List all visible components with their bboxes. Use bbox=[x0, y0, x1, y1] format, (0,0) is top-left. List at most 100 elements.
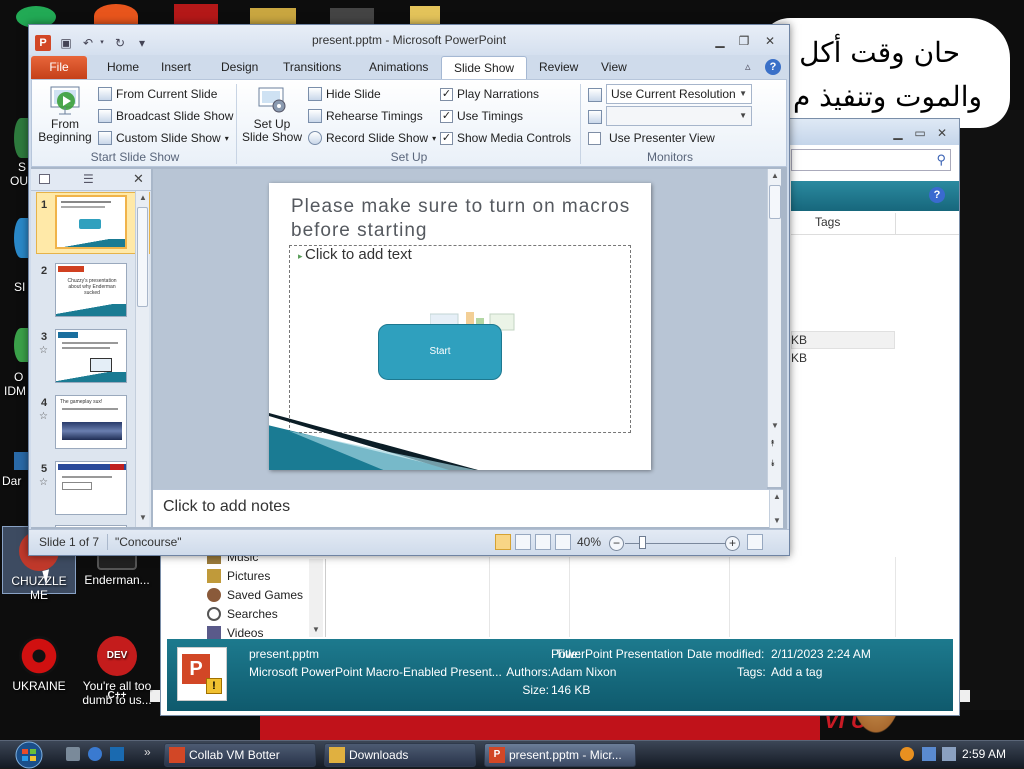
slide-show-view-icon[interactable] bbox=[555, 534, 571, 550]
maximize-button[interactable]: ▭ bbox=[911, 125, 929, 141]
next-slide-icon[interactable]: ⯯ bbox=[770, 459, 775, 468]
scroll-up-icon[interactable]: ▲ bbox=[771, 171, 779, 180]
column-header-tags[interactable]: Tags bbox=[815, 215, 840, 229]
start-button[interactable]: Start bbox=[378, 324, 502, 380]
broadcast-slide-show-button[interactable]: Broadcast Slide Show bbox=[98, 106, 233, 126]
scroll-down-icon[interactable]: ▼ bbox=[771, 421, 779, 430]
close-pane-icon[interactable]: ✕ bbox=[133, 171, 144, 187]
tray-icon[interactable] bbox=[900, 747, 914, 761]
undo-icon[interactable]: ↶ bbox=[81, 36, 95, 50]
show-media-controls-checkbox[interactable]: ✓ Show Media Controls bbox=[440, 128, 571, 148]
desktop-icon-ukraine[interactable]: UKRAINE bbox=[2, 636, 76, 693]
save-icon[interactable]: ▣ bbox=[59, 36, 73, 50]
from-beginning-button[interactable]: From Beginning bbox=[36, 84, 94, 144]
tab-view[interactable]: View bbox=[589, 56, 639, 79]
slide-thumbnail-5[interactable] bbox=[55, 461, 127, 515]
slide-scrollbar[interactable]: ▲ ▼ ⯭ ⯯ bbox=[767, 169, 781, 487]
content-placeholder[interactable]: ▸ Click to add text Start bbox=[289, 245, 631, 433]
volume-icon[interactable] bbox=[942, 747, 956, 761]
restore-button[interactable]: ❐ bbox=[735, 33, 753, 49]
taskbar-button-collab-vm[interactable]: Collab VM Botter bbox=[164, 743, 316, 767]
slide-thumbnail-2[interactable]: Chuzzy's presentation about why Enderman… bbox=[55, 263, 127, 317]
notes-scrollbar[interactable]: ▲ ▼ bbox=[769, 490, 783, 528]
desktop-icon-partial[interactable] bbox=[14, 218, 28, 258]
details-tags-value[interactable]: Add a tag bbox=[771, 665, 822, 679]
search-box[interactable]: ⚲ bbox=[791, 149, 951, 171]
scroll-thumb[interactable] bbox=[769, 185, 781, 219]
reading-view-icon[interactable] bbox=[535, 534, 551, 550]
tab-transitions[interactable]: Transitions bbox=[271, 56, 353, 79]
zoom-in-icon[interactable]: + bbox=[725, 536, 740, 551]
help-icon[interactable]: ? bbox=[765, 59, 781, 75]
hide-slide-button[interactable]: Hide Slide bbox=[308, 84, 381, 104]
minimize-button[interactable]: ▁ bbox=[711, 33, 729, 49]
record-slide-show-button[interactable]: Record Slide Show ▾ bbox=[308, 128, 436, 148]
desktop-icon-devcpp[interactable]: DEV C++ You're all too dumb to us... bbox=[80, 636, 154, 707]
previous-slide-icon[interactable]: ⯭ bbox=[770, 439, 775, 448]
zoom-slider-thumb[interactable] bbox=[639, 536, 646, 549]
desktop-icon-partial[interactable] bbox=[14, 452, 28, 470]
outline-tab-icon[interactable]: ☰ bbox=[83, 172, 94, 186]
fit-to-window-icon[interactable] bbox=[747, 534, 763, 550]
custom-slide-show-button[interactable]: Custom Slide Show ▾ bbox=[98, 128, 229, 148]
zoom-out-icon[interactable]: − bbox=[609, 536, 624, 551]
nav-scrollbar[interactable]: ▼ bbox=[309, 559, 323, 637]
close-button[interactable]: ✕ bbox=[933, 125, 951, 141]
scroll-thumb[interactable] bbox=[137, 207, 148, 307]
help-icon[interactable]: ? bbox=[929, 187, 945, 203]
clock[interactable]: 2:59 AM bbox=[962, 747, 1006, 761]
close-button[interactable]: ✕ bbox=[761, 33, 779, 49]
start-button[interactable] bbox=[8, 741, 50, 769]
slide-title[interactable]: Please make sure to turn on macros befor… bbox=[291, 195, 631, 243]
taskbar-button-powerpoint[interactable]: P present.pptm - Micr... bbox=[484, 743, 636, 767]
desktop-icon-partial[interactable] bbox=[14, 118, 28, 158]
redo-icon[interactable]: ↻ bbox=[113, 36, 127, 50]
slide-thumbnail-1[interactable] bbox=[55, 195, 127, 249]
quicklaunch-icon[interactable] bbox=[66, 747, 80, 761]
slides-tab-icon[interactable] bbox=[39, 174, 50, 184]
nav-item-saved-games[interactable]: Saved Games bbox=[207, 585, 303, 604]
slide-sorter-icon[interactable] bbox=[515, 534, 531, 550]
normal-view-icon[interactable] bbox=[495, 534, 511, 550]
set-up-slide-show-button[interactable]: Set Up Slide Show bbox=[240, 84, 304, 144]
show-on-dropdown[interactable]: ▼ bbox=[606, 106, 752, 126]
collapse-ribbon-icon[interactable]: ▵ bbox=[745, 60, 751, 73]
use-presenter-view-checkbox[interactable]: Use Presenter View bbox=[588, 128, 715, 148]
tab-slide-show[interactable]: Slide Show bbox=[441, 56, 528, 79]
zoom-level[interactable]: 40% bbox=[577, 535, 601, 549]
undo-dropdown-icon[interactable]: ▾ bbox=[95, 36, 109, 50]
powerpoint-icon: P bbox=[489, 747, 505, 763]
browser-icon[interactable] bbox=[88, 747, 102, 761]
from-current-slide-button[interactable]: From Current Slide bbox=[98, 84, 217, 104]
network-icon[interactable] bbox=[922, 747, 936, 761]
nav-item-searches[interactable]: Searches bbox=[207, 604, 278, 623]
more-icon[interactable]: » bbox=[144, 745, 151, 759]
tab-home[interactable]: Home bbox=[95, 56, 151, 79]
use-timings-checkbox[interactable]: ✓ Use Timings bbox=[440, 106, 523, 126]
show-desktop-icon[interactable] bbox=[110, 747, 124, 761]
tab-insert[interactable]: Insert bbox=[149, 56, 203, 79]
scroll-up-icon[interactable]: ▲ bbox=[139, 193, 147, 202]
scroll-down-icon[interactable]: ▼ bbox=[139, 513, 147, 522]
rehearse-timings-button[interactable]: Rehearse Timings bbox=[308, 106, 423, 126]
tab-file[interactable]: File bbox=[31, 56, 87, 79]
tab-animations[interactable]: Animations bbox=[357, 56, 440, 79]
tab-review[interactable]: Review bbox=[527, 56, 590, 79]
slide-thumbnail-4[interactable]: The gameplay sux! bbox=[55, 395, 127, 449]
thumbnails-scrollbar[interactable]: ▲ ▼ bbox=[135, 191, 149, 527]
details-authors-value[interactable]: Adam Nixon bbox=[551, 665, 616, 679]
notes-pane[interactable]: Click to add notes ▲ ▼ bbox=[153, 489, 783, 528]
nav-item-pictures[interactable]: Pictures bbox=[207, 566, 270, 585]
customize-qat-icon[interactable]: ▾ bbox=[135, 36, 149, 50]
powerpoint-app-icon[interactable]: P bbox=[35, 35, 51, 51]
slide-thumbnail-3[interactable] bbox=[55, 329, 127, 383]
play-narrations-checkbox[interactable]: ✓ Play Narrations bbox=[440, 84, 539, 104]
minimize-button[interactable]: ▁ bbox=[889, 125, 907, 141]
current-slide[interactable]: Please make sure to turn on macros befor… bbox=[269, 183, 651, 470]
tab-design[interactable]: Design bbox=[209, 56, 270, 79]
taskbar-button-downloads[interactable]: Downloads bbox=[324, 743, 476, 767]
desktop-icon-partial[interactable] bbox=[14, 328, 28, 362]
details-title-value[interactable]: PowerPoint Presentation bbox=[551, 647, 683, 661]
slide-thumbnail-6[interactable] bbox=[55, 525, 127, 527]
resolution-dropdown[interactable]: Use Current Resolution ▼ bbox=[606, 84, 752, 104]
